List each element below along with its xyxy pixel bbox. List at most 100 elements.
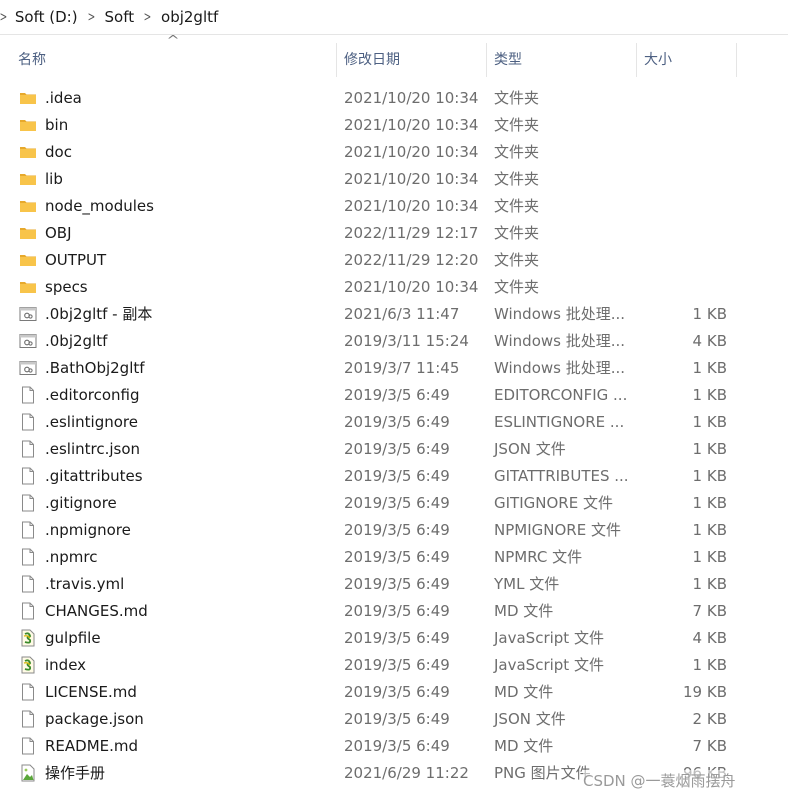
file-name: index	[45, 656, 87, 674]
column-header-size[interactable]: 大小	[644, 43, 672, 77]
file-modified-date: 2021/10/20 10:34	[344, 278, 479, 296]
file-row[interactable]: .editorconfig 2019/3/5 6:49 EDITORCONFIG .…	[0, 382, 788, 409]
column-divider[interactable]	[336, 43, 337, 77]
file-row[interactable]: .BathObj2gltf 2019/3/7 11:45 Windows 批处理..…	[0, 355, 788, 382]
file-modified-date: 2019/3/5 6:49	[344, 467, 450, 485]
file-row[interactable]: OBJ 2022/11/29 12:17 文件夹	[0, 220, 788, 247]
file-icon	[19, 463, 37, 490]
file-row[interactable]: CHANGES.md 2019/3/5 6:49 MD 文件 7 KB	[0, 598, 788, 625]
file-size: 1 KB	[692, 521, 727, 539]
file-row[interactable]: .npmrc 2019/3/5 6:49 NPMRC 文件 1 KB	[0, 544, 788, 571]
file-row[interactable]: .eslintignore 2019/3/5 6:49 ESLINTIGNORE .…	[0, 409, 788, 436]
folder-icon	[19, 220, 37, 247]
file-modified-date: 2019/3/5 6:49	[344, 602, 450, 620]
file-size: 1 KB	[692, 656, 727, 674]
column-divider[interactable]	[636, 43, 637, 77]
batch-file-icon	[19, 301, 37, 328]
file-name: .gitattributes	[45, 467, 143, 485]
file-row[interactable]: node_modules 2021/10/20 10:34 文件夹	[0, 193, 788, 220]
file-size: 4 KB	[692, 332, 727, 350]
file-icon	[19, 706, 37, 733]
file-name: .idea	[45, 89, 82, 107]
column-header-date[interactable]: 修改日期	[344, 43, 400, 77]
file-type: YML 文件	[494, 575, 560, 593]
file-row[interactable]: .gitattributes 2019/3/5 6:49 GITATTRIBUTES…	[0, 463, 788, 490]
file-type: 文件夹	[494, 197, 540, 215]
folder-icon	[19, 247, 37, 274]
file-row[interactable]: package.json 2019/3/5 6:49 JSON 文件 2 KB	[0, 706, 788, 733]
file-name: doc	[45, 143, 72, 161]
file-row[interactable]: specs 2021/10/20 10:34 文件夹	[0, 274, 788, 301]
chevron-right-icon[interactable]: >	[0, 10, 7, 25]
file-row[interactable]: lib 2021/10/20 10:34 文件夹	[0, 166, 788, 193]
file-modified-date: 2019/3/5 6:49	[344, 710, 450, 728]
watermark: CSDN @一蓑烟雨摆舟	[583, 770, 736, 791]
file-size: 1 KB	[692, 413, 727, 431]
file-row[interactable]: .gitignore 2019/3/5 6:49 GITIGNORE 文件 1 KB	[0, 490, 788, 517]
file-row[interactable]: index 2019/3/5 6:49 JavaScript 文件 1 KB	[0, 652, 788, 679]
column-divider[interactable]	[486, 43, 487, 77]
breadcrumb-current-folder[interactable]: obj2gltf	[161, 8, 218, 26]
breadcrumb-drive[interactable]: Soft (D:)	[15, 8, 78, 26]
column-header-bar: ^ 名称 修改日期 类型 大小	[0, 34, 788, 77]
chevron-right-icon[interactable]: >	[144, 10, 152, 25]
file-row[interactable]: .0bj2gltf 2019/3/11 15:24 Windows 批处理... 4 …	[0, 328, 788, 355]
file-row[interactable]: .0bj2gltf - 副本 2021/6/3 11:47 Windows 批处理.…	[0, 301, 788, 328]
folder-icon	[19, 166, 37, 193]
file-name: .0bj2gltf	[45, 332, 108, 350]
file-modified-date: 2021/10/20 10:34	[344, 116, 479, 134]
file-modified-date: 2019/3/5 6:49	[344, 737, 450, 755]
breadcrumb-soft[interactable]: Soft	[105, 8, 135, 26]
file-size: 7 KB	[692, 602, 727, 620]
file-row[interactable]: OUTPUT 2022/11/29 12:20 文件夹	[0, 247, 788, 274]
file-name: README.md	[45, 737, 139, 755]
file-row[interactable]: gulpfile 2019/3/5 6:49 JavaScript 文件 4 KB	[0, 625, 788, 652]
file-icon	[19, 490, 37, 517]
file-name: node_modules	[45, 197, 154, 215]
javascript-file-icon	[19, 652, 37, 679]
file-name: .BathObj2gltf	[45, 359, 145, 377]
image-file-icon	[19, 760, 37, 787]
file-type: Windows 批处理...	[494, 332, 626, 350]
file-size: 19 KB	[683, 683, 727, 701]
file-type: MD 文件	[494, 602, 554, 620]
file-modified-date: 2021/10/20 10:34	[344, 89, 479, 107]
file-name: package.json	[45, 710, 144, 728]
file-modified-date: 2019/3/5 6:49	[344, 683, 450, 701]
column-header-name[interactable]: 名称	[18, 43, 46, 77]
file-name: .gitignore	[45, 494, 117, 512]
file-row[interactable]: bin 2021/10/20 10:34 文件夹	[0, 112, 788, 139]
file-size: 4 KB	[692, 629, 727, 647]
file-name: .editorconfig	[45, 386, 140, 404]
file-modified-date: 2021/10/20 10:34	[344, 143, 479, 161]
sort-ascending-icon: ^	[166, 33, 180, 47]
file-size: 1 KB	[692, 440, 727, 458]
file-type: EDITORCONFIG ...	[494, 386, 628, 404]
file-row[interactable]: .travis.yml 2019/3/5 6:49 YML 文件 1 KB	[0, 571, 788, 598]
file-modified-date: 2019/3/5 6:49	[344, 494, 450, 512]
file-size: 1 KB	[692, 467, 727, 485]
file-icon	[19, 436, 37, 463]
file-name: CHANGES.md	[45, 602, 148, 620]
file-row[interactable]: .npmignore 2019/3/5 6:49 NPMIGNORE 文件 1 KB	[0, 517, 788, 544]
file-row[interactable]: .idea 2021/10/20 10:34 文件夹	[0, 85, 788, 112]
file-row[interactable]: doc 2021/10/20 10:34 文件夹	[0, 139, 788, 166]
breadcrumb: > Soft (D:) > Soft > obj2gltf	[0, 0, 788, 35]
file-name: 操作手册	[45, 764, 106, 782]
file-type: MD 文件	[494, 683, 554, 701]
file-type: JSON 文件	[494, 710, 566, 728]
file-type: JavaScript 文件	[494, 656, 604, 674]
file-type: PNG 图片文件	[494, 764, 591, 782]
file-row[interactable]: LICENSE.md 2019/3/5 6:49 MD 文件 19 KB	[0, 679, 788, 706]
file-modified-date: 2019/3/5 6:49	[344, 521, 450, 539]
file-type: Windows 批处理...	[494, 359, 626, 377]
file-row[interactable]: .eslintrc.json 2019/3/5 6:49 JSON 文件 1 KB	[0, 436, 788, 463]
file-type: GITATTRIBUTES ...	[494, 467, 629, 485]
file-name: OBJ	[45, 224, 72, 242]
chevron-right-icon[interactable]: >	[87, 10, 95, 25]
column-divider[interactable]	[736, 43, 737, 77]
file-row[interactable]: README.md 2019/3/5 6:49 MD 文件 7 KB	[0, 733, 788, 760]
file-modified-date: 2022/11/29 12:17	[344, 224, 479, 242]
column-header-type[interactable]: 类型	[494, 43, 522, 77]
folder-icon	[19, 274, 37, 301]
